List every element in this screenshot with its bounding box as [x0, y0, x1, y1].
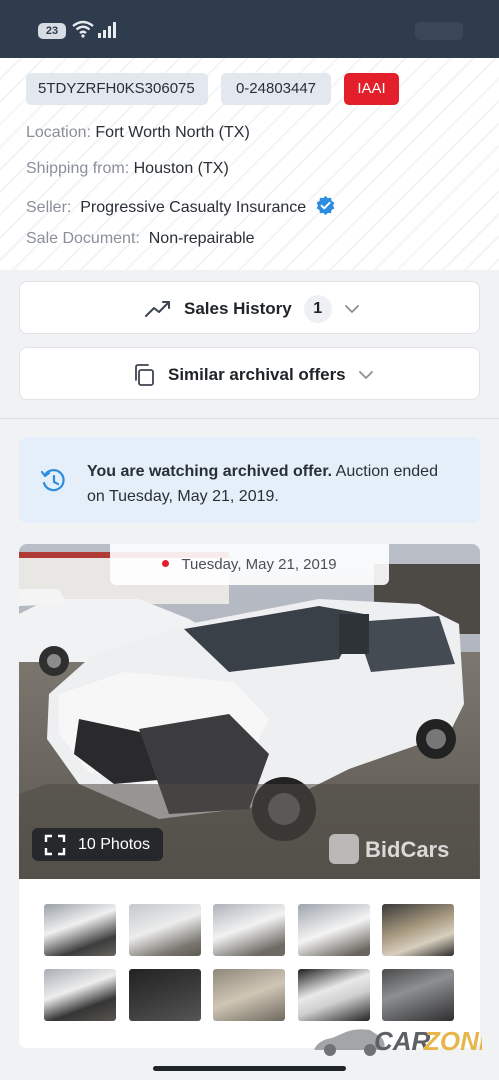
carzone-watermark: CAR ZONE: [312, 1020, 497, 1060]
trend-line-icon: [145, 300, 170, 317]
similar-offers-header: Similar archival offers: [132, 348, 374, 401]
similar-offers-accordion[interactable]: Similar archival offers: [19, 347, 480, 400]
photo-thumbnail-5[interactable]: [382, 904, 454, 956]
archived-notice-bold: You are watching archived offer.: [87, 463, 333, 480]
sale-document-row: Sale Document: Non-repairable: [26, 230, 255, 248]
seller-label: Seller:: [26, 199, 72, 216]
battery-icon: 23: [38, 23, 66, 39]
photo-thumbnail-1[interactable]: [44, 904, 116, 956]
location-row: Location: Fort Worth North (TX): [26, 124, 250, 142]
svg-text:ZONE: ZONE: [423, 1026, 482, 1056]
photo-thumbnail-10[interactable]: [382, 969, 454, 1021]
similar-offers-label: Similar archival offers: [168, 364, 346, 384]
seller-row: Seller: Progressive Casualty Insurance: [26, 195, 336, 217]
copy-icon: [135, 363, 154, 386]
photo-thumbnail-6[interactable]: [44, 969, 116, 1021]
archived-offer-notice: You are watching archived offer. Auction…: [19, 437, 480, 523]
sales-history-count: 1: [303, 294, 332, 323]
sale-document-label: Sale Document:: [26, 230, 140, 247]
vehicle-info-card: 5TDYZRFH0KS306075 0-24803447 IAAI Locati…: [0, 58, 499, 270]
verified-badge-icon: [316, 195, 335, 216]
lot-number-chip[interactable]: 0-24803447: [221, 73, 331, 105]
photo-thumbnail-9[interactable]: [298, 969, 370, 1021]
location-value: Fort Worth North (TX): [95, 124, 250, 141]
status-time-blurred: [415, 22, 463, 40]
home-indicator[interactable]: [153, 1066, 346, 1071]
photo-thumbnail-4[interactable]: [298, 904, 370, 956]
photo-gallery-card: Tuesday, May 21, 2019 10 Photos BidCars: [19, 544, 480, 1048]
archived-notice-text: You are watching archived offer. Auction…: [87, 459, 457, 509]
chevron-down-icon: [358, 370, 373, 379]
bidcars-watermark: BidCars: [329, 834, 449, 864]
main-vehicle-photo[interactable]: Tuesday, May 21, 2019 10 Photos BidCars: [19, 544, 480, 879]
sales-history-label: Sales History: [184, 298, 292, 318]
history-icon: [40, 469, 65, 492]
sales-history-header: Sales History 1: [144, 282, 360, 335]
auction-badge: IAAI: [344, 73, 399, 105]
photo-thumbnail-3[interactable]: [213, 904, 285, 956]
photo-thumbnail-7[interactable]: [129, 969, 201, 1021]
location-label: Location:: [26, 124, 91, 141]
vin-chip[interactable]: 5TDYZRFH0KS306075: [26, 73, 208, 105]
photo-thumbnail-8[interactable]: [213, 969, 285, 1021]
sale-document-value: Non-repairable: [148, 230, 255, 247]
chevron-down-icon: [344, 304, 359, 313]
svg-text:CAR: CAR: [374, 1026, 431, 1056]
view-photos-button[interactable]: 10 Photos: [32, 828, 163, 861]
seller-value: Progressive Casualty Insurance: [80, 199, 307, 216]
shipping-row: Shipping from: Houston (TX): [26, 160, 229, 178]
shipping-label: Shipping from:: [26, 160, 130, 177]
bidcars-logo-icon: [329, 834, 359, 864]
auction-date-pill: Tuesday, May 21, 2019: [110, 544, 389, 585]
live-dot-icon: [162, 560, 170, 567]
fullscreen-icon: [44, 834, 66, 855]
sales-history-accordion[interactable]: Sales History 1: [19, 281, 480, 334]
cellular-signal-icon: [98, 22, 116, 38]
photo-thumbnail-2[interactable]: [129, 904, 201, 956]
photos-count-label: 10 Photos: [78, 835, 151, 853]
status-bar: 23: [0, 0, 499, 58]
shipping-value: Houston (TX): [133, 160, 229, 177]
auction-date: Tuesday, May 21, 2019: [181, 556, 337, 573]
section-divider: [0, 418, 499, 419]
wifi-icon: [72, 20, 94, 38]
